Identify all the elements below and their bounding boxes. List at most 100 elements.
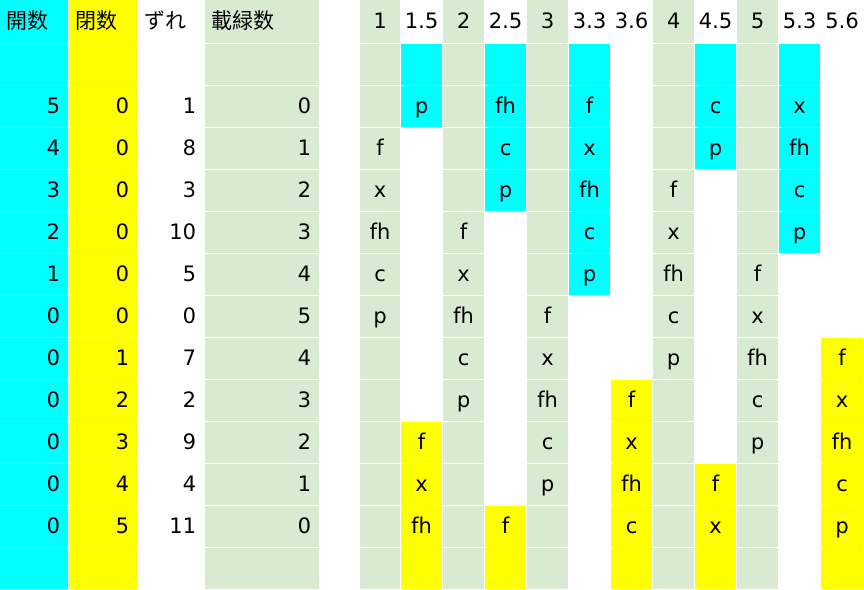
cell-r11-c7[interactable] <box>443 464 485 506</box>
cell-r3-c15[interactable]: fh <box>779 128 821 170</box>
cell-r9-c2[interactable]: 2 <box>138 380 205 422</box>
cell-r3-c13[interactable]: p <box>695 128 737 170</box>
header-cell-16[interactable]: 5.6 <box>821 0 864 44</box>
cell-r3-c14[interactable] <box>737 128 779 170</box>
cell-r5-c10[interactable]: c <box>569 212 611 254</box>
cell-r1-c15[interactable] <box>779 44 821 86</box>
cell-r8-c10[interactable] <box>569 338 611 380</box>
cell-r6-c10[interactable]: p <box>569 254 611 296</box>
cell-r7-c6[interactable] <box>401 296 443 338</box>
cell-r9-c0[interactable]: 0 <box>0 380 69 422</box>
cell-r13-c2[interactable] <box>138 548 205 590</box>
cell-r3-c1[interactable]: 0 <box>69 128 138 170</box>
cell-r1-c4[interactable] <box>320 44 360 86</box>
cell-r9-c13[interactable] <box>695 380 737 422</box>
header-cell-15[interactable]: 5.3 <box>779 0 821 44</box>
cell-r11-c5[interactable] <box>360 464 401 506</box>
cell-r7-c10[interactable] <box>569 296 611 338</box>
cell-r13-c0[interactable] <box>0 548 69 590</box>
header-cell-13[interactable]: 4.5 <box>695 0 737 44</box>
cell-r6-c4[interactable] <box>320 254 360 296</box>
cell-r3-c0[interactable]: 4 <box>0 128 69 170</box>
cell-r10-c4[interactable] <box>320 422 360 464</box>
cell-r10-c12[interactable] <box>653 422 695 464</box>
cell-r5-c9[interactable] <box>527 212 569 254</box>
cell-r10-c13[interactable] <box>695 422 737 464</box>
header-cell-0[interactable]: 開数 <box>0 0 69 44</box>
cell-r2-c1[interactable]: 0 <box>69 86 138 128</box>
cell-r2-c12[interactable] <box>653 86 695 128</box>
cell-r4-c2[interactable]: 3 <box>138 170 205 212</box>
cell-r11-c15[interactable] <box>779 464 821 506</box>
cell-r13-c5[interactable] <box>360 548 401 590</box>
cell-r13-c1[interactable] <box>69 548 138 590</box>
cell-r1-c0[interactable] <box>0 44 69 86</box>
cell-r8-c2[interactable]: 7 <box>138 338 205 380</box>
cell-r2-c4[interactable] <box>320 86 360 128</box>
cell-r4-c10[interactable]: fh <box>569 170 611 212</box>
cell-r11-c13[interactable]: f <box>695 464 737 506</box>
cell-r2-c7[interactable] <box>443 86 485 128</box>
cell-r10-c6[interactable]: f <box>401 422 443 464</box>
cell-r12-c14[interactable] <box>737 506 779 548</box>
cell-r13-c15[interactable] <box>779 548 821 590</box>
cell-r13-c7[interactable] <box>443 548 485 590</box>
cell-r8-c11[interactable] <box>611 338 653 380</box>
cell-r1-c1[interactable] <box>69 44 138 86</box>
cell-r3-c2[interactable]: 8 <box>138 128 205 170</box>
cell-r6-c11[interactable] <box>611 254 653 296</box>
cell-r12-c9[interactable] <box>527 506 569 548</box>
cell-r13-c10[interactable] <box>569 548 611 590</box>
cell-r12-c15[interactable] <box>779 506 821 548</box>
cell-r2-c0[interactable]: 5 <box>0 86 69 128</box>
cell-r6-c0[interactable]: 1 <box>0 254 69 296</box>
cell-r10-c15[interactable] <box>779 422 821 464</box>
cell-r6-c13[interactable] <box>695 254 737 296</box>
cell-r6-c2[interactable]: 5 <box>138 254 205 296</box>
cell-r10-c9[interactable]: c <box>527 422 569 464</box>
cell-r4-c5[interactable]: x <box>360 170 401 212</box>
cell-r4-c3[interactable]: 2 <box>205 170 320 212</box>
cell-r6-c16[interactable] <box>821 254 864 296</box>
cell-r6-c8[interactable] <box>485 254 527 296</box>
cell-r2-c10[interactable]: f <box>569 86 611 128</box>
cell-r11-c10[interactable] <box>569 464 611 506</box>
cell-r13-c11[interactable] <box>611 548 653 590</box>
cell-r12-c2[interactable]: 11 <box>138 506 205 548</box>
cell-r4-c13[interactable] <box>695 170 737 212</box>
cell-r7-c9[interactable]: f <box>527 296 569 338</box>
cell-r1-c7[interactable] <box>443 44 485 86</box>
cell-r9-c16[interactable]: x <box>821 380 864 422</box>
cell-r6-c14[interactable]: f <box>737 254 779 296</box>
cell-r9-c11[interactable]: f <box>611 380 653 422</box>
header-cell-3[interactable]: 載緑数 <box>205 0 320 44</box>
cell-r11-c14[interactable] <box>737 464 779 506</box>
cell-r3-c4[interactable] <box>320 128 360 170</box>
cell-r7-c5[interactable]: p <box>360 296 401 338</box>
cell-r9-c15[interactable] <box>779 380 821 422</box>
cell-r4-c0[interactable]: 3 <box>0 170 69 212</box>
cell-r4-c9[interactable] <box>527 170 569 212</box>
cell-r8-c3[interactable]: 4 <box>205 338 320 380</box>
cell-r4-c6[interactable] <box>401 170 443 212</box>
header-cell-5[interactable]: 1 <box>360 0 401 44</box>
cell-r4-c4[interactable] <box>320 170 360 212</box>
cell-r5-c5[interactable]: fh <box>360 212 401 254</box>
cell-r8-c6[interactable] <box>401 338 443 380</box>
cell-r1-c10[interactable] <box>569 44 611 86</box>
cell-r12-c5[interactable] <box>360 506 401 548</box>
cell-r7-c1[interactable]: 0 <box>69 296 138 338</box>
cell-r5-c4[interactable] <box>320 212 360 254</box>
cell-r2-c16[interactable] <box>821 86 864 128</box>
cell-r7-c3[interactable]: 5 <box>205 296 320 338</box>
cell-r8-c12[interactable]: p <box>653 338 695 380</box>
cell-r10-c11[interactable]: x <box>611 422 653 464</box>
cell-r11-c16[interactable]: c <box>821 464 864 506</box>
cell-r9-c8[interactable] <box>485 380 527 422</box>
cell-r8-c15[interactable] <box>779 338 821 380</box>
cell-r1-c3[interactable] <box>205 44 320 86</box>
cell-r1-c12[interactable] <box>653 44 695 86</box>
cell-r3-c9[interactable] <box>527 128 569 170</box>
cell-r5-c7[interactable]: f <box>443 212 485 254</box>
cell-r3-c8[interactable]: c <box>485 128 527 170</box>
